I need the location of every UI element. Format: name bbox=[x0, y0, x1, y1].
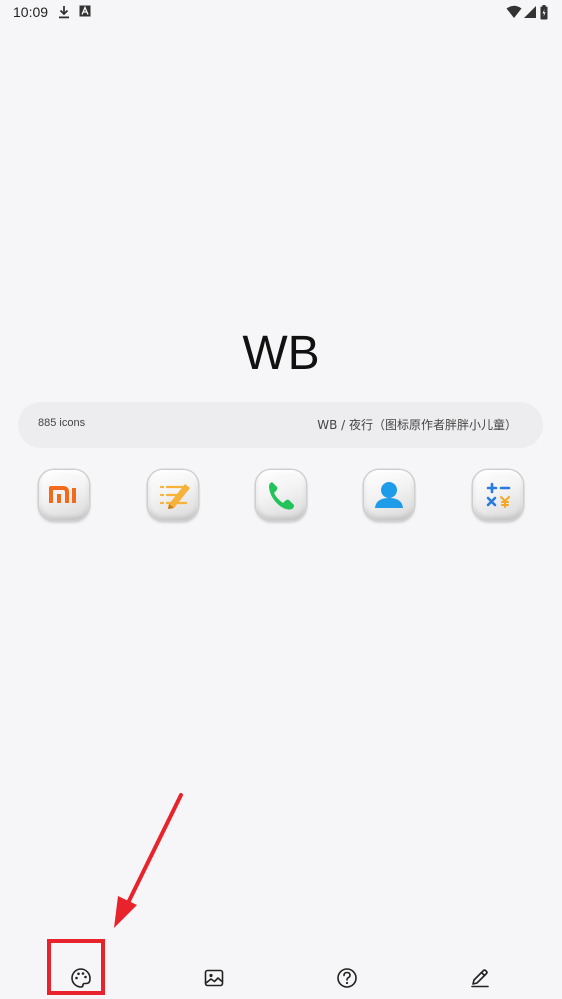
icon-pack-title: WB bbox=[242, 327, 320, 380]
contacts-icon[interactable] bbox=[364, 470, 414, 520]
download-icon bbox=[59, 6, 69, 19]
edit-icon bbox=[471, 969, 489, 988]
help-icon bbox=[337, 968, 357, 988]
icon-count: 885 icons bbox=[38, 417, 86, 429]
icon-preview-row bbox=[0, 470, 562, 524]
notes-icon[interactable] bbox=[148, 470, 198, 520]
status-time: 10:09 bbox=[13, 4, 49, 20]
wifi-icon bbox=[506, 5, 522, 18]
signal-icon bbox=[524, 6, 536, 18]
battery-icon bbox=[540, 5, 548, 20]
mi-icon[interactable] bbox=[39, 470, 89, 520]
nav-image-button[interactable] bbox=[194, 960, 234, 996]
nav-help-button[interactable] bbox=[327, 960, 367, 996]
nav-palette-button[interactable] bbox=[61, 960, 101, 996]
status-bar: 10:09 bbox=[0, 0, 562, 26]
phone-icon[interactable] bbox=[256, 470, 306, 520]
pack-author: WB / 夜行（图标原作者胖胖小儿童） bbox=[317, 418, 517, 432]
image-icon bbox=[204, 969, 224, 987]
info-bar: 885 icons WB / 夜行（图标原作者胖胖小儿童） bbox=[18, 402, 543, 448]
font-icon bbox=[79, 5, 91, 17]
bottom-navigation bbox=[0, 950, 562, 999]
palette-icon bbox=[71, 968, 91, 988]
calculator-icon[interactable] bbox=[473, 470, 523, 520]
nav-edit-button[interactable] bbox=[460, 960, 500, 996]
